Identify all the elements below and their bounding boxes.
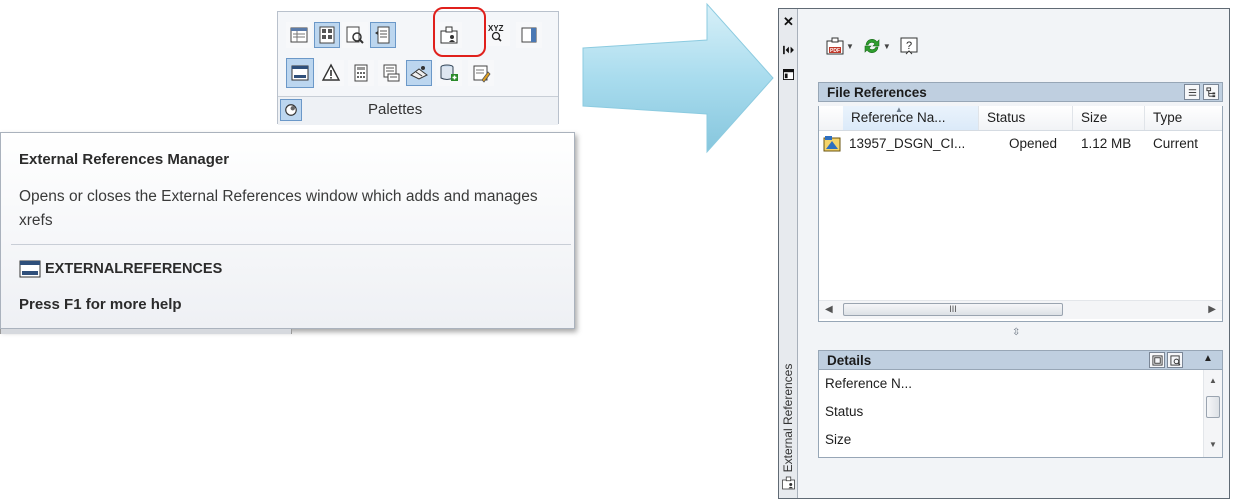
refresh-icon [864, 39, 880, 53]
markup-set-icon[interactable] [516, 22, 542, 48]
details-row-status: Status [825, 404, 864, 419]
tooltip-command: EXTERNALREFERENCES [45, 261, 223, 277]
details-pane: Reference N... Status Size ▲ ▼ [818, 370, 1223, 458]
column-type[interactable]: Type [1145, 106, 1224, 130]
tooltip-separator [11, 244, 571, 245]
ribbon-palettes-panel: XYZ Palettes [277, 11, 559, 125]
block-editor-icon[interactable] [468, 60, 494, 86]
details-header: Details ▲ [818, 350, 1223, 370]
row-reference-name: 13957_DSGN_CI... [849, 136, 966, 151]
right-arrow-graphic [582, 2, 774, 154]
properties-icon[interactable] [286, 22, 312, 48]
details-row-reference-name: Reference N... [825, 376, 913, 391]
tool-palettes-icon[interactable] [370, 22, 396, 48]
markup-icon[interactable] [318, 60, 344, 86]
scroll-left-icon[interactable]: ◀ [825, 304, 833, 315]
quickcalc-calculator-icon[interactable] [348, 60, 374, 86]
highlight-box [433, 7, 486, 57]
ribbon-panel-footer: Palettes [278, 96, 558, 125]
xref-tooltip: External References Manager Opens or clo… [0, 132, 575, 329]
xyz-quick-calc-icon[interactable]: XYZ [484, 20, 510, 46]
details-view-icon[interactable] [1149, 352, 1165, 368]
data-source-add-icon[interactable] [436, 60, 462, 86]
external-references-icon [782, 476, 795, 490]
details-row-size: Size [825, 432, 852, 447]
help-icon: ? [900, 37, 918, 55]
ribbon-panel-label: Palettes [368, 101, 423, 118]
properties-menu-icon[interactable] [782, 67, 795, 81]
underlying-window-edge [0, 329, 292, 334]
external-references-palette: ✕ External References PDF ▼ ▼ ? File Ref… [778, 8, 1230, 499]
row-size: 1.12 MB [1081, 136, 1132, 151]
palette-vertical-title: External References [781, 363, 795, 473]
close-icon[interactable]: ✕ [782, 14, 795, 29]
scroll-thumb[interactable]: III [843, 303, 1063, 316]
preview-view-icon[interactable] [1167, 352, 1183, 368]
table-row[interactable]: 13957_DSGN_CI... Opened 1.12 MB Current [819, 133, 1222, 155]
vertical-scrollbar[interactable]: ▲ ▼ [1203, 370, 1222, 457]
column-size[interactable]: Size [1073, 106, 1145, 130]
auto-hide-icon[interactable] [782, 43, 795, 57]
command-line-icon [19, 260, 41, 278]
external-references-toolbar-icon[interactable] [406, 60, 432, 86]
collapse-icon[interactable]: ▲ [1203, 353, 1213, 364]
svg-text:PDF: PDF [830, 48, 840, 54]
row-status: Opened [1009, 136, 1058, 151]
palette-title-strip: ✕ External References [779, 9, 798, 498]
file-references-header: File References [818, 82, 1223, 102]
pane-splitter-icon[interactable]: ⇳ [1012, 327, 1020, 338]
sheet-set-manager-icon[interactable] [342, 22, 368, 48]
tooltip-description: Opens or closes the External References … [19, 188, 538, 229]
help-button[interactable]: ? [897, 35, 921, 57]
file-references-list: ▲ Reference Na... Status Size Type 13957… [818, 105, 1224, 322]
column-status[interactable]: Status [979, 106, 1073, 130]
chevron-down-icon[interactable]: ▼ [846, 42, 854, 51]
xyz-label: XYZ [488, 24, 504, 33]
palettes-panel-icon[interactable] [280, 99, 302, 121]
scroll-right-icon[interactable]: ▶ [1208, 304, 1216, 315]
tooltip-help: Press F1 for more help [19, 296, 182, 313]
row-type: Current [1153, 136, 1199, 151]
attach-pdf-button[interactable]: PDF ▼ [823, 35, 860, 57]
palette-toolbar: PDF ▼ ▼ ? [823, 33, 921, 59]
tree-view-icon[interactable] [1203, 84, 1219, 100]
tooltip-title: External References Manager [19, 151, 230, 168]
file-references-title: File References [827, 85, 927, 100]
dbconnect-icon[interactable] [378, 60, 404, 86]
attach-pdf-icon: PDF [826, 37, 844, 55]
chevron-down-icon[interactable]: ▼ [883, 42, 891, 51]
sort-ascending-icon: ▲ [895, 105, 903, 114]
details-title: Details [827, 353, 872, 368]
svg-text:?: ? [906, 40, 912, 52]
command-line-icon[interactable] [286, 58, 314, 88]
scroll-thumb[interactable] [1206, 396, 1220, 418]
design-center-icon[interactable] [314, 22, 340, 48]
column-reference-name[interactable]: ▲ Reference Na... [843, 105, 979, 130]
list-view-icon[interactable] [1184, 84, 1200, 100]
drawing-file-icon [823, 136, 841, 152]
scroll-down-icon[interactable]: ▼ [1209, 440, 1217, 449]
refresh-button[interactable]: ▼ [860, 35, 897, 57]
scroll-up-icon[interactable]: ▲ [1209, 376, 1217, 385]
horizontal-scrollbar[interactable]: ◀ III ▶ [819, 300, 1222, 319]
column-headers: ▲ Reference Na... Status Size Type [819, 105, 1224, 131]
